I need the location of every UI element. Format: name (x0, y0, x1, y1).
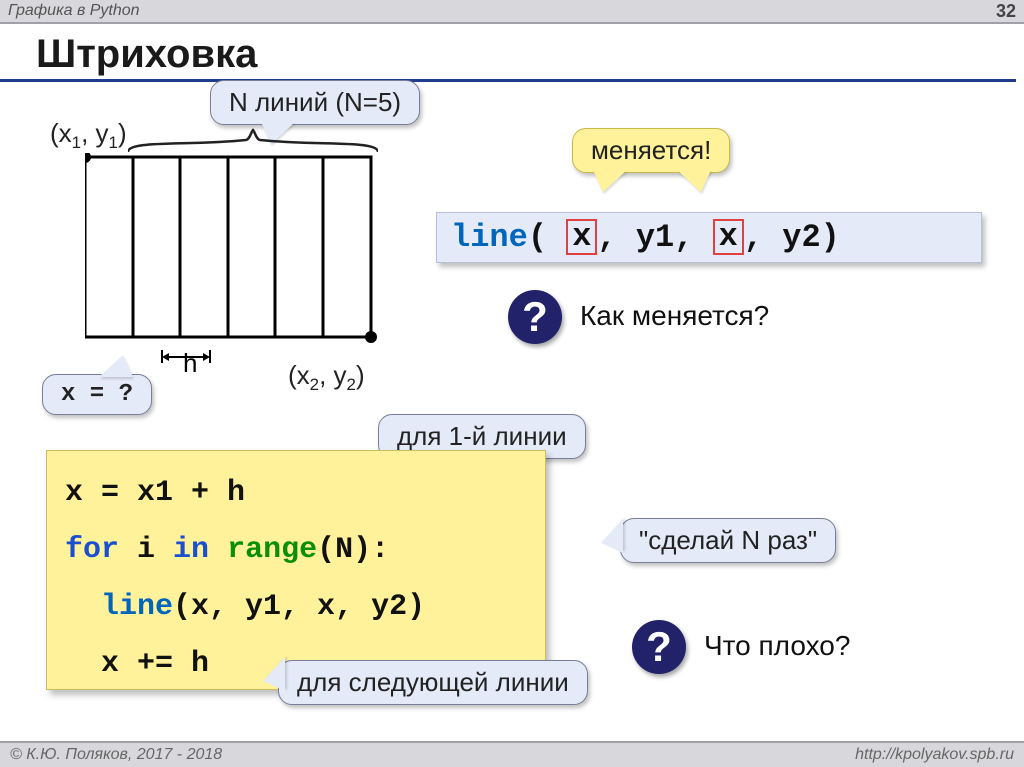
callout-next-line: для следующей линии (278, 660, 588, 705)
callout-n-lines-text: N линий (N=5) (229, 87, 401, 117)
page-number: 32 (996, 1, 1016, 22)
page-title: Штриховка (0, 24, 1016, 82)
code-fn: line (451, 219, 528, 256)
callout-next-line-text: для следующей линии (297, 667, 569, 697)
coord-x1y1: (x1, y1) (50, 118, 127, 153)
footer-left: © К.Ю. Поляков, 2017 - 2018 (10, 746, 222, 764)
slide-footer: © К.Ю. Поляков, 2017 - 2018 http://kpoly… (0, 741, 1024, 767)
hatching-diagram (85, 153, 378, 343)
question-mark-icon-2: ? (646, 623, 672, 671)
slide-header: Графика в Python 32 (0, 0, 1024, 24)
callout-x-equals: x = ? (42, 374, 152, 415)
brace-icon (128, 128, 378, 154)
code-block: x = x1 + h for i in range(N): line(x, y1… (46, 450, 546, 690)
redbox-x2: x (713, 219, 744, 255)
question-circle-2: ? (632, 620, 686, 674)
question-how-changes: Как меняется? (580, 300, 769, 332)
callout-x-equals-text: x = ? (61, 381, 133, 408)
h-label: h (183, 348, 197, 379)
coord-x2y2: (x2, y2) (288, 360, 365, 395)
code-line-bar: line( x, y1, x, y2) (436, 212, 982, 263)
callout-first-line-text: для 1-й линии (397, 421, 567, 451)
callout-changes-text: меняется! (591, 135, 711, 165)
callout-changes: меняется! (572, 128, 730, 173)
question-circle-1: ? (508, 290, 562, 344)
header-label: Графика в Python (8, 2, 140, 20)
callout-do-n-times-text: "сделай N раз" (639, 525, 817, 555)
question-whats-bad: Что плохо? (704, 630, 850, 662)
question-mark-icon: ? (522, 293, 548, 341)
redbox-x1: x (566, 219, 597, 255)
footer-right: http://kpolyakov.spb.ru (855, 746, 1014, 764)
callout-n-lines: N линий (N=5) (210, 80, 420, 125)
callout-do-n-times: "сделай N раз" (620, 518, 836, 563)
